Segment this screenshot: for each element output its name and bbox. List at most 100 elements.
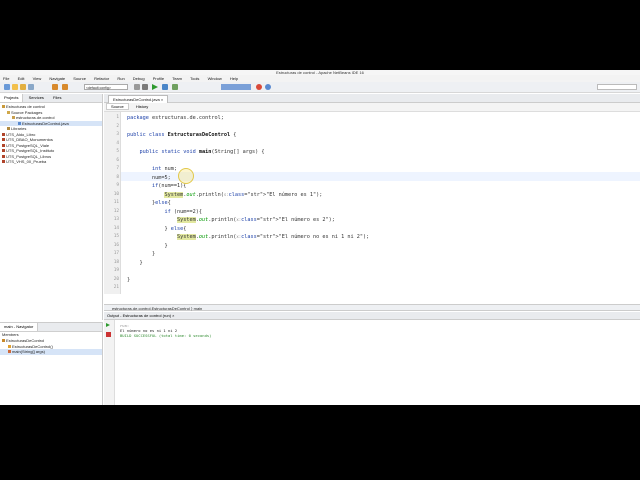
editor-tab[interactable]: EstructurasDeControl.java × bbox=[108, 95, 169, 103]
menu-tools[interactable]: Tools bbox=[190, 76, 199, 81]
output-title: Output - Estructuras de control (run) bbox=[107, 313, 172, 318]
tab-files[interactable]: Files bbox=[49, 94, 65, 102]
line-number: 17 bbox=[113, 251, 119, 256]
breadcrumb-class[interactable]: estructuras.de.control.EstructurasDeCont… bbox=[112, 306, 190, 311]
navigator-header: main - Navigator bbox=[0, 323, 102, 332]
tree-item-project[interactable]: UTS_VHS_00_Prueba bbox=[0, 159, 102, 165]
run-icon[interactable] bbox=[152, 84, 158, 90]
line-number: 16 bbox=[113, 242, 119, 248]
menu-team[interactable]: Team bbox=[172, 76, 182, 81]
menu-bar: File Edit View Navigate Source Refactor … bbox=[0, 75, 640, 82]
code-line: System.out.println(x:class="str">"El núm… bbox=[176, 234, 370, 240]
constructor-icon bbox=[8, 344, 11, 348]
menu-source[interactable]: Source bbox=[73, 76, 86, 81]
code-editor[interactable]: package estructuras.de.control; public cl… bbox=[121, 112, 640, 294]
code-line: System.out.println(x:class="str">"El núm… bbox=[176, 217, 335, 223]
projects-panel: Projects Services Files Estructuras de c… bbox=[0, 94, 103, 320]
stop-icon[interactable] bbox=[106, 332, 111, 337]
line-number: 4 bbox=[116, 140, 119, 146]
tab-services[interactable]: Services bbox=[25, 94, 48, 102]
ide-window: Estructuras de control - Apache NetBeans… bbox=[0, 70, 640, 405]
breadcrumb: estructuras.de.control.EstructurasDeCont… bbox=[104, 304, 640, 311]
projects-panel-tabs: Projects Services Files bbox=[0, 94, 102, 103]
undo-icon[interactable] bbox=[52, 84, 58, 90]
menu-refactor[interactable]: Refactor bbox=[94, 76, 109, 81]
code-line: num=5; bbox=[127, 174, 171, 181]
menu-window[interactable]: Window bbox=[208, 76, 222, 81]
rerun-icon[interactable] bbox=[106, 323, 110, 327]
menu-run[interactable]: Run bbox=[117, 76, 124, 81]
class-icon bbox=[2, 339, 5, 343]
project-icon bbox=[2, 149, 5, 153]
menu-debug[interactable]: Debug bbox=[133, 76, 145, 81]
code-line: if(num==1){ bbox=[152, 183, 187, 189]
navigator-title[interactable]: main - Navigator bbox=[0, 323, 39, 331]
menu-profile[interactable]: Profile bbox=[153, 76, 164, 81]
toolbar: <default config> bbox=[0, 82, 640, 93]
code-line: package estructuras.de.control; bbox=[127, 115, 224, 121]
cursor-highlight bbox=[178, 168, 194, 184]
close-icon[interactable]: × bbox=[172, 313, 174, 318]
open-project-icon[interactable] bbox=[20, 84, 26, 90]
project-icon bbox=[2, 160, 5, 164]
output-console[interactable]: run: El número no es ni 1 ni 2 BUILD SUC… bbox=[104, 319, 640, 405]
menu-view[interactable]: View bbox=[33, 76, 42, 81]
code-line: }else{ bbox=[127, 200, 171, 206]
java-file-icon bbox=[18, 121, 21, 125]
output-line: BUILD SUCCESSFUL (total time: 0 seconds) bbox=[120, 333, 212, 338]
tab-source[interactable]: Source bbox=[106, 103, 129, 110]
close-icon[interactable]: × bbox=[161, 97, 163, 102]
new-project-icon[interactable] bbox=[4, 84, 10, 90]
line-number: 18 bbox=[113, 259, 119, 265]
tab-projects[interactable]: Projects bbox=[0, 94, 24, 102]
search-input[interactable] bbox=[597, 84, 637, 90]
code-line: if (num==2){ bbox=[164, 208, 202, 215]
menu-file[interactable]: File bbox=[3, 76, 9, 81]
line-number: 21 bbox=[113, 285, 119, 290]
code-line: System.out.println(s:class="str">"El núm… bbox=[164, 191, 323, 198]
line-number: 13 bbox=[113, 217, 119, 222]
line-number: 11 bbox=[113, 200, 119, 205]
navigator-panel: main - Navigator Members EstructurasDeCo… bbox=[0, 322, 103, 405]
profiler-icon[interactable] bbox=[265, 84, 271, 90]
project-icon bbox=[2, 154, 5, 158]
gc-icon[interactable] bbox=[256, 84, 262, 90]
line-number: 1 bbox=[116, 115, 119, 120]
output-header[interactable]: Output - Estructuras de control (run) × bbox=[104, 312, 640, 319]
line-number: 19 bbox=[113, 268, 119, 273]
line-number: 15 bbox=[113, 234, 119, 239]
profile-icon[interactable] bbox=[172, 84, 178, 90]
debug-icon[interactable] bbox=[162, 84, 168, 90]
clean-build-icon[interactable] bbox=[134, 84, 140, 90]
memory-indicator[interactable] bbox=[221, 84, 251, 90]
code-line: } else{ bbox=[127, 225, 187, 232]
line-number: 8 bbox=[116, 174, 119, 180]
code-line: public class EstructurasDeControl { bbox=[127, 132, 237, 138]
line-number: 9 bbox=[116, 183, 119, 188]
method-icon bbox=[8, 350, 11, 354]
code-line: int num; bbox=[152, 166, 177, 172]
config-select[interactable]: <default config> bbox=[84, 84, 128, 90]
code-line: } bbox=[127, 259, 143, 266]
project-icon bbox=[2, 105, 5, 109]
new-file-icon[interactable] bbox=[12, 84, 18, 90]
project-icon bbox=[2, 132, 5, 136]
redo-icon[interactable] bbox=[62, 84, 68, 90]
save-all-icon[interactable] bbox=[28, 84, 34, 90]
menu-edit[interactable]: Edit bbox=[18, 76, 25, 81]
breadcrumb-method[interactable]: main bbox=[194, 306, 203, 311]
code-line: public static void main(String[] args) { bbox=[139, 149, 265, 155]
current-line-highlight bbox=[121, 172, 640, 181]
line-number: 14 bbox=[113, 225, 119, 231]
package-icon bbox=[12, 116, 15, 120]
build-icon[interactable] bbox=[142, 84, 148, 90]
output-toolbar bbox=[104, 320, 115, 405]
project-icon bbox=[2, 143, 5, 147]
editor-subtabs: Source History bbox=[104, 103, 640, 112]
line-number: 5 bbox=[116, 149, 119, 154]
tab-history[interactable]: History bbox=[132, 104, 152, 109]
menu-navigate[interactable]: Navigate bbox=[49, 76, 65, 81]
line-number-gutter: 1 2 3 4 5 6 7 8 9 10 11 12 13 14 15 16 1… bbox=[104, 112, 121, 294]
navigator-item-main[interactable]: main(String[] args) bbox=[0, 349, 102, 355]
menu-help[interactable]: Help bbox=[230, 76, 238, 81]
